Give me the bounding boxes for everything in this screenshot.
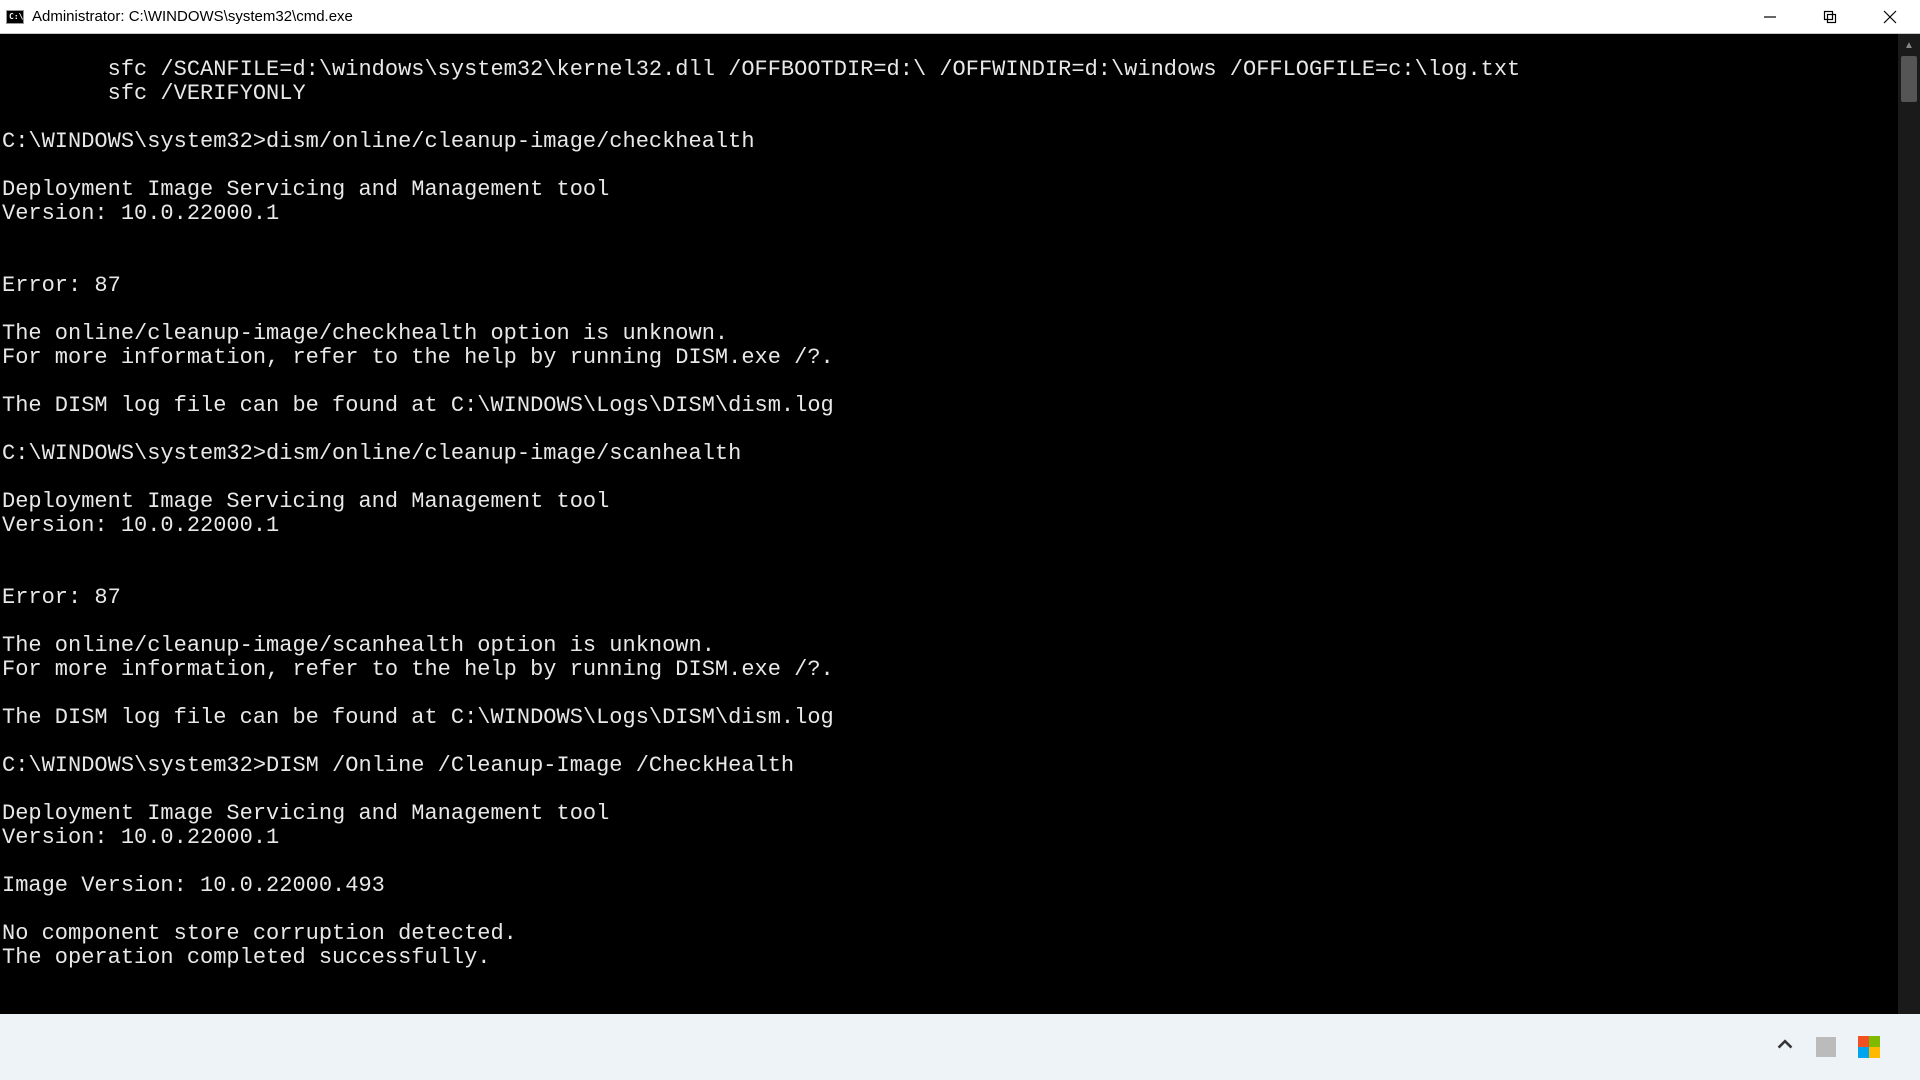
titlebar-left: C:\ Administrator: C:\WINDOWS\system32\c… <box>6 8 353 25</box>
titlebar[interactable]: C:\ Administrator: C:\WINDOWS\system32\c… <box>0 0 1920 34</box>
scroll-up-icon[interactable]: ▲ <box>1898 34 1920 56</box>
maximize-icon <box>1823 10 1837 24</box>
cmd-icon: C:\ <box>6 10 24 24</box>
maximize-button[interactable] <box>1800 0 1860 33</box>
windows-security-icon[interactable] <box>1858 1036 1880 1058</box>
window-title: Administrator: C:\WINDOWS\system32\cmd.e… <box>32 8 353 25</box>
minimize-icon <box>1763 10 1777 24</box>
scrollbar-thumb[interactable] <box>1901 56 1917 102</box>
minimize-button[interactable] <box>1740 0 1800 33</box>
console-area[interactable]: sfc /SCANFILE=d:\windows\system32\kernel… <box>0 34 1920 1014</box>
console-output[interactable]: sfc /SCANFILE=d:\windows\system32\kernel… <box>0 56 1920 992</box>
tray-overflow-button[interactable] <box>1776 1036 1794 1059</box>
window-controls <box>1740 0 1920 33</box>
close-icon <box>1883 10 1897 24</box>
close-button[interactable] <box>1860 0 1920 33</box>
taskbar[interactable] <box>0 1014 1920 1080</box>
scrollbar[interactable]: ▲ <box>1898 34 1920 1014</box>
chevron-up-icon <box>1776 1036 1794 1054</box>
tray-app-icon[interactable] <box>1816 1037 1836 1057</box>
cmd-icon-text: C:\ <box>9 13 23 21</box>
